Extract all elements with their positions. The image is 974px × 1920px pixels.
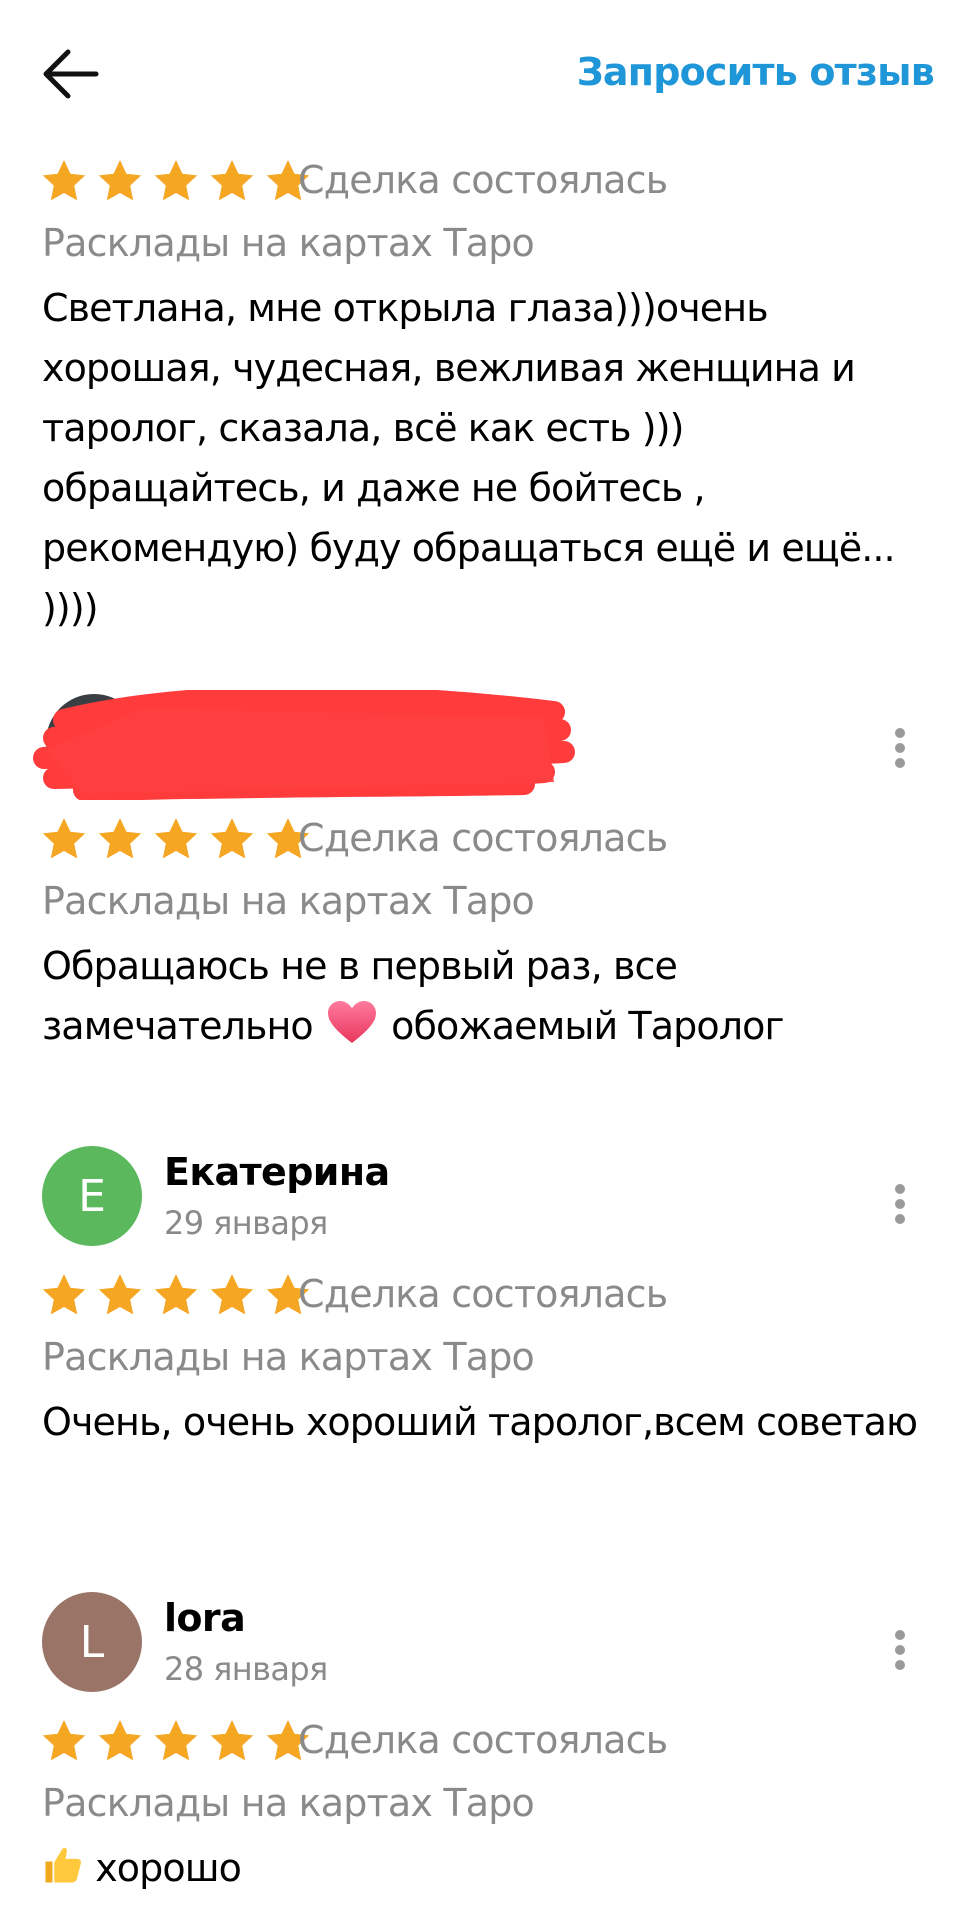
top-bar: Запросить отзыв	[0, 0, 974, 150]
deal-status: Сделка состоялась	[298, 158, 668, 202]
star-icon	[210, 818, 254, 859]
review-card: L lora 28 января Сделка состоялась Раскл…	[0, 1592, 974, 1898]
star-icon	[210, 1720, 254, 1761]
review-card: Сделка состоялась Расклады на картах Тар…	[0, 152, 974, 638]
review-category: Расклады на картах Таро	[42, 1781, 535, 1825]
star-rating	[40, 810, 320, 868]
review-text-part: обожаемый Таролог	[391, 1004, 784, 1048]
star-icon	[42, 1274, 86, 1315]
star-icon	[42, 818, 86, 859]
author-name[interactable]: lora	[164, 1596, 246, 1640]
review-card: февраля Сделка состоялась Расклады на ка…	[0, 690, 974, 1056]
star-icon	[98, 160, 142, 201]
deal-status: Сделка состоялась	[298, 1272, 668, 1316]
heart-icon	[327, 1001, 376, 1043]
review-category: Расклады на картах Таро	[42, 879, 535, 923]
redaction-scribble	[33, 690, 575, 800]
star-icon	[154, 1720, 198, 1761]
star-icon	[154, 160, 198, 201]
more-options-button[interactable]	[886, 1626, 914, 1674]
author-name[interactable]: Екатерина	[164, 1150, 390, 1194]
more-options-button[interactable]	[886, 724, 914, 772]
review-meta: Сделка состоялась	[0, 1712, 974, 1770]
star-icon	[42, 160, 86, 201]
star-icon	[210, 160, 254, 201]
star-icon	[210, 1274, 254, 1315]
review-author-row: февраля	[0, 690, 974, 810]
review-category: Расклады на картах Таро	[42, 221, 535, 265]
review-date: 29 января	[164, 1204, 328, 1242]
star-icon	[98, 1720, 142, 1761]
review-text: хорошо	[42, 1838, 922, 1898]
arrow-left-icon	[43, 49, 99, 99]
review-date: 28 января	[164, 1650, 328, 1688]
star-rating	[40, 152, 320, 210]
review-text: Обращаюсь не в первый раз, все замечател…	[42, 936, 922, 1056]
review-meta: Сделка состоялась	[0, 810, 974, 868]
review-text-part: хорошо	[95, 1846, 242, 1890]
request-review-link[interactable]: Запросить отзыв	[577, 50, 935, 94]
review-meta: Сделка состоялась	[0, 1266, 974, 1324]
star-icon	[98, 818, 142, 859]
avatar[interactable]: L	[42, 1592, 142, 1692]
review-category: Расклады на картах Таро	[42, 1335, 535, 1379]
deal-status: Сделка состоялась	[298, 1718, 668, 1762]
review-author-row: L lora 28 января	[0, 1592, 974, 1712]
review-text: Очень, очень хороший таролог,всем совета…	[42, 1400, 918, 1444]
star-rating	[40, 1712, 320, 1770]
more-options-button[interactable]	[886, 1180, 914, 1228]
review-author-row: Е Екатерина 29 января	[0, 1146, 974, 1266]
star-icon	[154, 1274, 198, 1315]
reviews-screen: Запросить отзыв Сделка состоялась Раскла…	[0, 0, 974, 1920]
deal-status: Сделка состоялась	[298, 816, 668, 860]
review-text: Светлана, мне открыла глаза)))очень хоро…	[42, 286, 896, 630]
star-icon	[98, 1274, 142, 1315]
avatar[interactable]: Е	[42, 1146, 142, 1246]
star-rating	[40, 1266, 320, 1324]
star-icon	[154, 818, 198, 859]
review-meta: Сделка состоялась	[0, 152, 974, 210]
star-icon	[42, 1720, 86, 1761]
thumbs-up-icon	[45, 1848, 82, 1883]
back-button[interactable]	[38, 46, 102, 102]
review-card: Е Екатерина 29 января Сделка состоялась …	[0, 1146, 974, 1452]
